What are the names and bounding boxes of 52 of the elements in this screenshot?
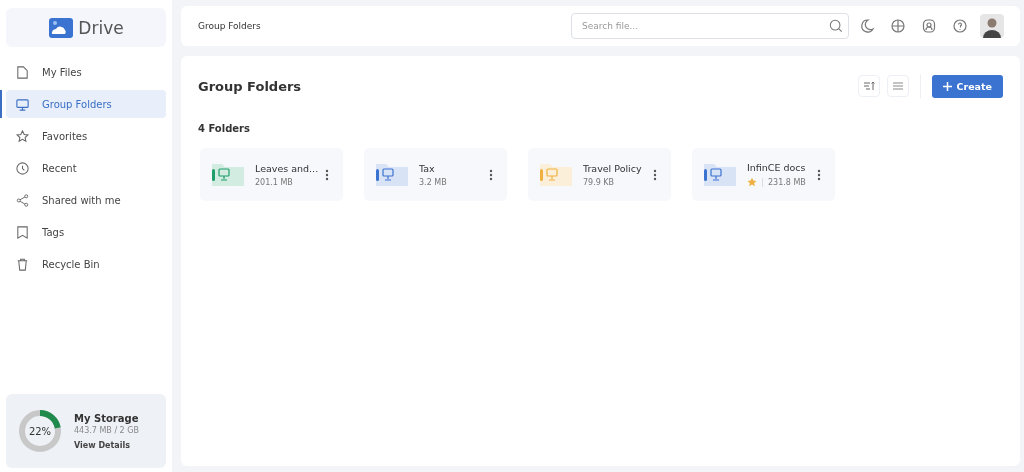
storage-usage: 443.7 MB / 2 GB <box>74 425 139 435</box>
plus-icon <box>942 81 952 91</box>
folder-size: 201.1 MB <box>255 177 293 187</box>
bookmark-icon <box>15 224 30 240</box>
trash-icon <box>15 256 30 272</box>
list-icon <box>891 80 904 92</box>
file-icon <box>15 64 30 80</box>
cloud-logo-icon <box>48 16 75 39</box>
sidebar-item[interactable]: Recycle Bin <box>6 250 166 278</box>
sort-icon <box>862 80 875 92</box>
create-button[interactable]: Create <box>931 74 1003 98</box>
monitor-icon <box>15 96 30 112</box>
folder-size: 231.8 MB <box>768 177 806 187</box>
moon-icon[interactable] <box>859 18 875 34</box>
folder-icon <box>376 161 410 188</box>
breadcrumb[interactable]: Group Folders <box>198 21 571 31</box>
sidebar-item[interactable]: Favorites <box>6 122 166 150</box>
folder-name: Travel Policy <box>583 162 643 174</box>
folder-name: Tax <box>419 162 436 174</box>
folder-card[interactable]: Leaves and... 201.1 MB <box>200 148 343 201</box>
folder-card[interactable]: InfinCE docs 231.8 MB <box>692 148 835 201</box>
star-icon <box>15 128 30 144</box>
app-name: Drive <box>78 17 124 38</box>
help-icon[interactable] <box>952 18 968 34</box>
more-icon[interactable] <box>817 168 821 181</box>
folder-size: 79.9 KB <box>583 177 615 187</box>
view-details-link[interactable]: View Details <box>74 440 139 450</box>
sidebar-item[interactable]: Tags <box>6 218 166 246</box>
search-field[interactable]: Search file... <box>571 13 849 39</box>
folder-name: InfinCE docs <box>747 162 807 173</box>
share-icon <box>15 192 30 208</box>
folder-icon <box>704 161 738 188</box>
user-icon[interactable] <box>921 18 937 34</box>
folder-card[interactable]: Tax 3.2 MB <box>364 148 507 201</box>
sidebar-item[interactable]: My Files <box>6 58 166 86</box>
folder-icon <box>540 161 574 188</box>
more-icon[interactable] <box>325 168 329 181</box>
folder-size: 3.2 MB <box>419 177 447 187</box>
search-icon[interactable] <box>829 19 843 33</box>
folder-name: Leaves and... <box>255 162 316 174</box>
folder-card[interactable]: Travel Policy 79.9 KB <box>528 148 671 201</box>
sidebar-item[interactable]: Recent <box>6 154 166 182</box>
folder-icon <box>212 161 246 188</box>
folder-count: 4 Folders <box>198 123 251 134</box>
storage-title: My Storage <box>74 412 139 424</box>
clock-icon <box>15 160 30 176</box>
globe-icon[interactable] <box>890 18 906 34</box>
more-icon[interactable] <box>653 168 657 181</box>
more-icon[interactable] <box>489 168 493 181</box>
sidebar-item[interactable]: Shared with me <box>6 186 166 214</box>
page-title: Group Folders <box>198 78 303 94</box>
storage-percent: 22% <box>27 424 53 439</box>
